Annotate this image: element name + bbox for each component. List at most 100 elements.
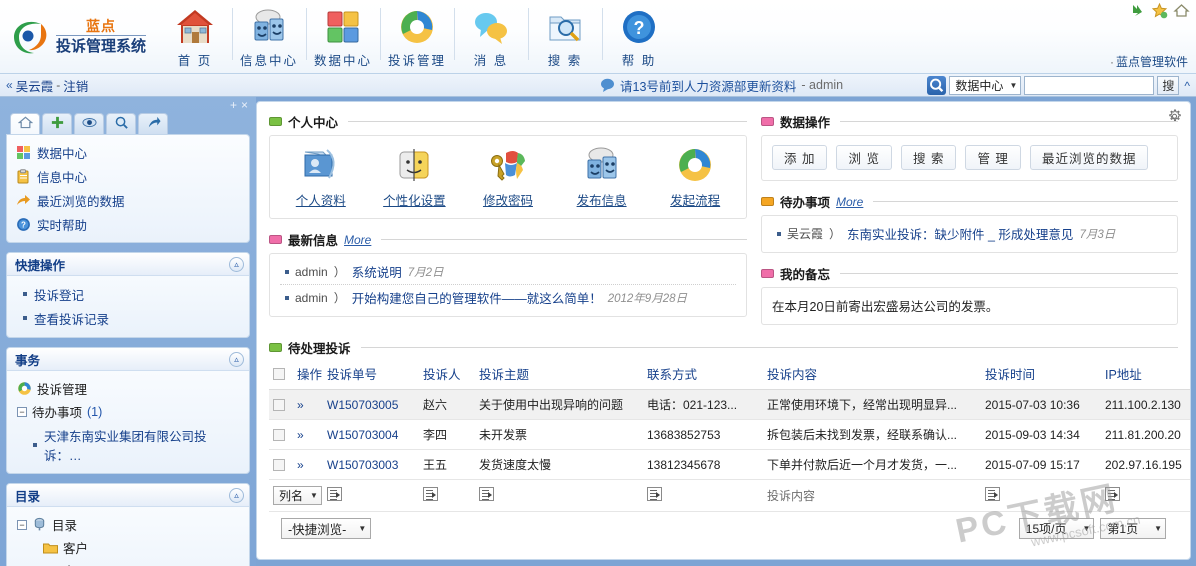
- sidebar-item-realtime-help[interactable]: ? 实时帮助: [7, 212, 249, 236]
- recent-data-button[interactable]: 最近浏览的数据: [1029, 145, 1149, 170]
- quick-action-link[interactable]: 投诉登记: [34, 285, 84, 304]
- filter-ip-cell[interactable]: [1101, 479, 1190, 512]
- list-item[interactable]: 吴云霞 ） 东南实业投诉：缺少附件 _ 形成处理意见 7月3日: [772, 221, 1167, 246]
- page-number-select[interactable]: 第1页 ▼: [1100, 518, 1166, 539]
- toolbar-item-home[interactable]: 首 页: [158, 2, 232, 72]
- row-action-cell[interactable]: »: [293, 449, 323, 480]
- list-item[interactable]: 投诉登记: [17, 282, 241, 306]
- filter-icon[interactable]: [647, 487, 662, 501]
- row-checkbox[interactable]: [273, 399, 285, 412]
- page-size-select[interactable]: 15项/页 ▼: [1018, 518, 1095, 539]
- list-item[interactable]: 天津东南实业集团有限公司投诉：…: [17, 423, 241, 466]
- minimize-icon[interactable]: [1129, 2, 1146, 19]
- row-action-cell[interactable]: »: [293, 389, 323, 420]
- th-action[interactable]: 操作: [293, 359, 323, 390]
- table-row[interactable]: » W150703005 赵六 关于使用中出现异响的问题 电话：021-123.…: [269, 389, 1190, 420]
- personal-center-item-change-password[interactable]: 修改密码: [461, 144, 555, 209]
- row-checkbox-cell[interactable]: [269, 419, 293, 450]
- search-button[interactable]: 搜 索: [900, 145, 957, 170]
- toolbar-item-info-center[interactable]: 信息中心: [232, 2, 306, 72]
- add-button[interactable]: 添 加: [772, 145, 828, 170]
- manage-button[interactable]: 管 理: [965, 145, 1021, 170]
- filter-subject-cell[interactable]: [475, 479, 643, 512]
- filter-time-cell[interactable]: [981, 479, 1101, 512]
- row-complaint-no[interactable]: W150703004: [323, 419, 419, 450]
- sidebar-item-info-center[interactable]: 信息中心: [7, 164, 249, 188]
- filter-icon[interactable]: [479, 487, 494, 501]
- table-row[interactable]: » W150703003 王五 发货速度太慢 13812345678 下单并付款…: [269, 449, 1190, 480]
- row-action-cell[interactable]: »: [293, 419, 323, 450]
- row-complaint-no[interactable]: W150703003: [323, 449, 419, 480]
- toolbar-item-complaint-management[interactable]: 投诉管理: [380, 2, 454, 72]
- th-ip[interactable]: IP地址: [1101, 359, 1190, 390]
- collapse-toggle-icon[interactable]: ▵: [229, 351, 244, 367]
- filter-icon[interactable]: [1105, 487, 1120, 501]
- personal-center-item-start-workflow[interactable]: 发起流程: [648, 144, 742, 209]
- list-item[interactable]: 查看投诉记录: [17, 306, 241, 330]
- latest-info-more-link[interactable]: More: [344, 233, 371, 247]
- th-subject[interactable]: 投诉主题: [475, 359, 643, 390]
- sidebar-close-icon[interactable]: ×: [241, 99, 248, 111]
- filter-icon[interactable]: [985, 487, 1000, 501]
- filter-complainant-cell[interactable]: [419, 479, 475, 512]
- filter-icon[interactable]: [327, 487, 342, 501]
- collapse-toggle-icon[interactable]: ▵: [229, 487, 244, 503]
- sidebar-tab-home[interactable]: [10, 113, 40, 134]
- todo-more-link[interactable]: More: [836, 195, 863, 209]
- th-complaint-no[interactable]: 投诉单号: [323, 359, 419, 390]
- row-expand-icon[interactable]: »: [297, 428, 304, 442]
- sidebar-collapse-chevron[interactable]: «: [6, 78, 13, 92]
- home-small-icon[interactable]: [1173, 2, 1190, 19]
- th-time[interactable]: 投诉时间: [981, 359, 1101, 390]
- quick-browse-select[interactable]: -快捷浏览- ▼: [281, 518, 372, 539]
- row-checkbox-cell[interactable]: [269, 449, 293, 480]
- toolbar-item-help[interactable]: ? 帮 助: [602, 2, 676, 72]
- toolbar-item-search[interactable]: 搜 索: [528, 2, 602, 72]
- row-checkbox-cell[interactable]: [269, 389, 293, 420]
- catalog-folder-row[interactable]: 客户: [17, 536, 241, 559]
- row-checkbox[interactable]: [273, 429, 285, 442]
- collapse-toggle-icon[interactable]: ▵: [229, 256, 244, 272]
- filter-column-select[interactable]: 列名 ▼: [273, 486, 322, 505]
- row-expand-icon[interactable]: »: [297, 458, 304, 472]
- catalog-folder-row[interactable]: 产品: [17, 559, 241, 566]
- row-complaint-no[interactable]: W150703005: [323, 389, 419, 420]
- tree-toggle-icon[interactable]: −: [17, 519, 27, 530]
- table-row[interactable]: » W150703004 李四 未开发票 13683852753 拆包装后未找到…: [269, 419, 1190, 450]
- personal-center-item-profile[interactable]: 个人资料: [274, 144, 368, 209]
- news-title-link[interactable]: 开始构建您自己的管理软件——就这么简单！: [352, 288, 602, 307]
- th-detail[interactable]: 投诉内容: [763, 359, 981, 390]
- current-user-name[interactable]: 吴云霞: [16, 76, 54, 95]
- todo-title-link[interactable]: 东南实业投诉：缺少附件 _ 形成处理意见: [847, 224, 1073, 243]
- complaint-no-link[interactable]: W150703005: [327, 398, 398, 412]
- affairs-todo-row[interactable]: − 待办事项 (1): [17, 400, 241, 423]
- search-scope-select[interactable]: 数据中心 ▼: [949, 76, 1022, 95]
- toolbar-item-data-center[interactable]: 数据中心: [306, 2, 380, 72]
- browse-button[interactable]: 浏 览: [836, 145, 892, 170]
- complaint-no-link[interactable]: W150703003: [327, 458, 398, 472]
- quick-action-link[interactable]: 查看投诉记录: [34, 309, 109, 328]
- th-contact[interactable]: 联系方式: [643, 359, 763, 390]
- notice-text[interactable]: 请13号前到人力资源部更新资料: [620, 76, 796, 95]
- row-expand-icon[interactable]: »: [297, 398, 304, 412]
- list-item[interactable]: admin ） 系统说明 7月2日: [280, 259, 736, 285]
- row-checkbox[interactable]: [273, 459, 285, 472]
- th-complainant[interactable]: 投诉人: [419, 359, 475, 390]
- filter-detail-cell[interactable]: 投诉内容: [763, 479, 981, 512]
- affairs-todo-item-link[interactable]: 天津东南实业集团有限公司投诉：…: [44, 426, 241, 464]
- sidebar-item-recent-data[interactable]: 最近浏览的数据: [7, 188, 249, 212]
- favorite-icon[interactable]: [1151, 2, 1168, 19]
- catalog-root-row[interactable]: − 目录: [17, 513, 241, 536]
- search-submit-button[interactable]: 搜: [1157, 76, 1180, 95]
- sidebar-item-data-center[interactable]: 数据中心: [7, 140, 249, 164]
- th-select-all[interactable]: [269, 359, 293, 390]
- complaint-no-link[interactable]: W150703004: [327, 428, 398, 442]
- filter-column-select-cell[interactable]: 列名 ▼: [269, 479, 323, 512]
- list-item[interactable]: admin ） 开始构建您自己的管理软件——就这么简单！ 2012年9月28日: [280, 285, 736, 310]
- affairs-root-row[interactable]: 投诉管理: [17, 377, 241, 400]
- sidebar-tab-view[interactable]: [74, 113, 104, 134]
- filter-contact-cell[interactable]: [643, 479, 763, 512]
- sidebar-add-icon[interactable]: +: [230, 99, 237, 111]
- personal-center-item-publish-info[interactable]: 发布信息: [555, 144, 649, 209]
- sidebar-tab-add[interactable]: [42, 113, 72, 134]
